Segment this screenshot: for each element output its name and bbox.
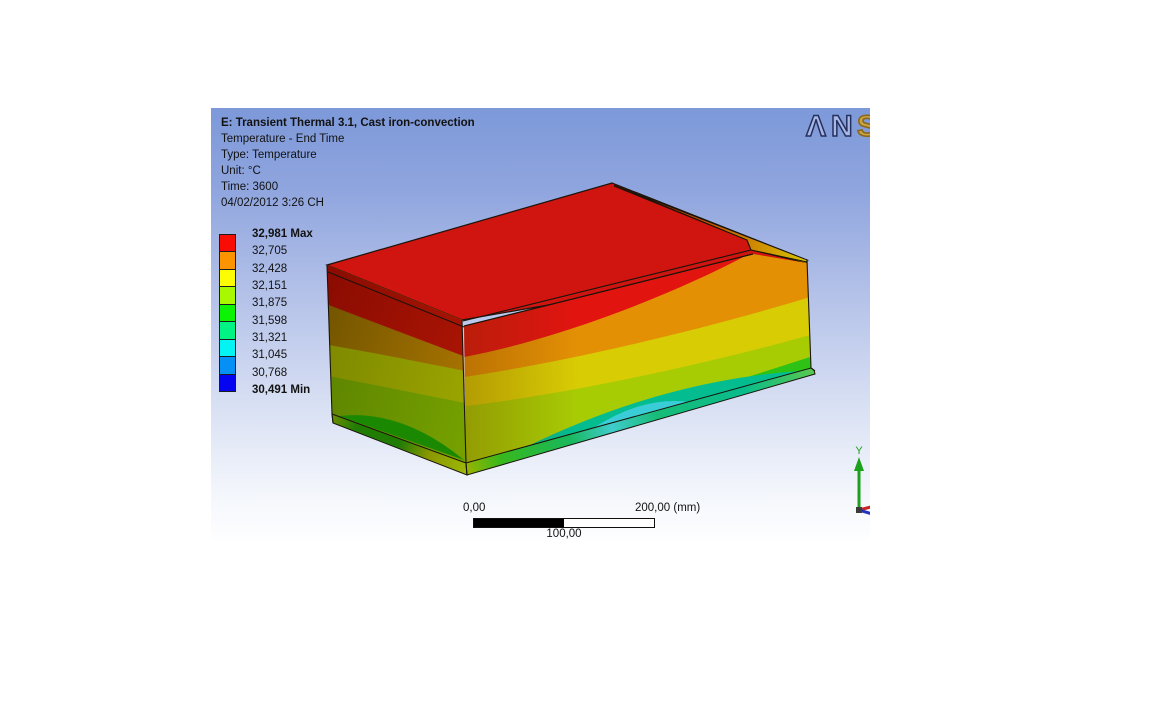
scale-ruler-black-half [474, 519, 564, 527]
scale-label-mid: 100,00 [533, 528, 595, 540]
triad-y-arrowhead [854, 457, 864, 471]
ansys-workbench-canvas: E: Transient Thermal 3.1, Cast iron-conv… [0, 0, 1152, 720]
scale-label-max: 200,00 (mm) [635, 502, 700, 514]
triad-origin [856, 507, 862, 513]
model-3d-view[interactable] [211, 108, 870, 540]
triad-y-label: Y [855, 445, 863, 457]
scale-ruler [473, 518, 655, 528]
orientation-triad[interactable]: Y [841, 440, 870, 524]
result-viewport[interactable]: E: Transient Thermal 3.1, Cast iron-conv… [211, 108, 870, 540]
scale-label-zero: 0,00 [463, 502, 485, 514]
